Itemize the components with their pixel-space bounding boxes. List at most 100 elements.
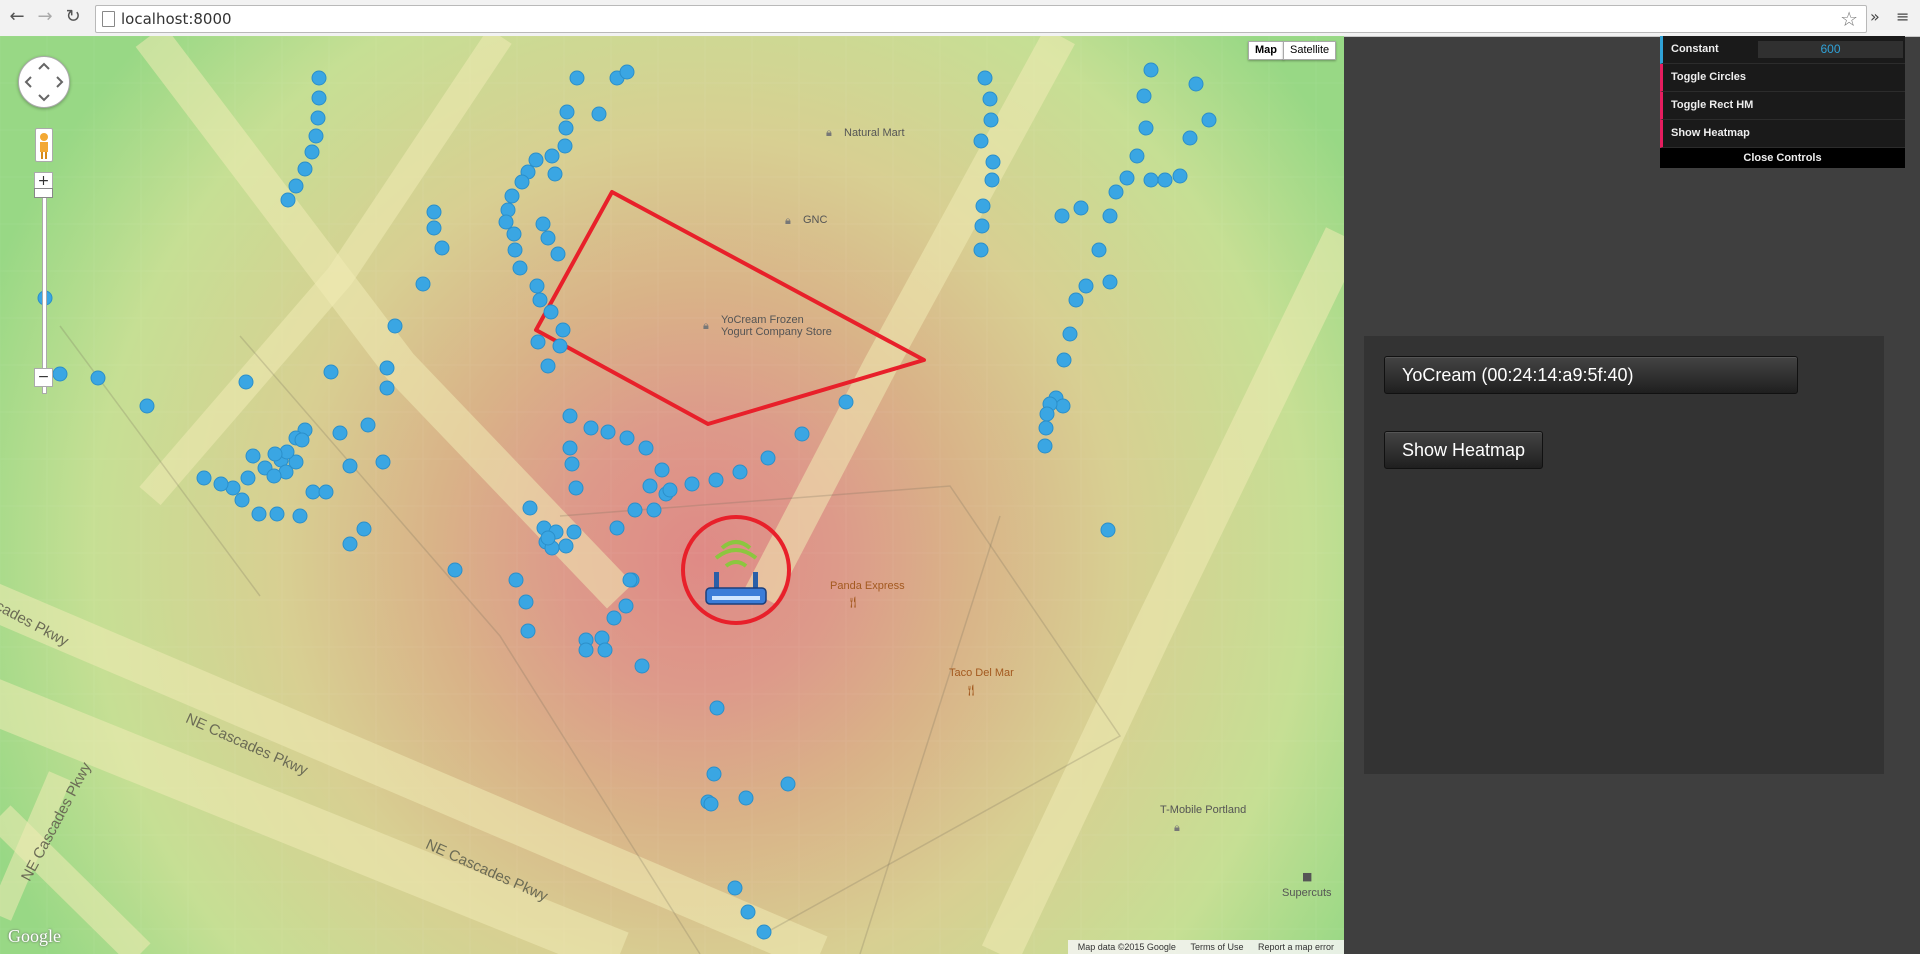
signal-marker[interactable] (1038, 420, 1054, 436)
signal-marker[interactable] (975, 198, 991, 214)
signal-marker[interactable] (360, 417, 376, 433)
signal-marker[interactable] (780, 776, 796, 792)
signal-marker[interactable] (52, 366, 68, 382)
signal-marker[interactable] (311, 70, 327, 86)
signal-marker[interactable] (619, 430, 635, 446)
poi-gnc[interactable]: GNC (803, 214, 827, 226)
zoom-slider-track[interactable] (42, 190, 47, 394)
signal-marker[interactable] (591, 106, 607, 122)
signal-marker[interactable] (266, 468, 282, 484)
signal-marker[interactable] (280, 192, 296, 208)
signal-marker[interactable] (506, 226, 522, 242)
signal-marker[interactable] (1102, 208, 1118, 224)
forward-arrow-icon[interactable]: → (34, 6, 56, 28)
signal-marker[interactable] (251, 506, 267, 522)
signal-marker[interactable] (732, 464, 748, 480)
signal-marker[interactable] (1119, 170, 1135, 186)
menu-icon[interactable]: ≡ (1896, 7, 1909, 26)
signal-marker[interactable] (1172, 168, 1188, 184)
address-bar[interactable]: localhost:8000 ☆ (95, 5, 1867, 33)
signal-marker[interactable] (318, 484, 334, 500)
signal-marker[interactable] (983, 112, 999, 128)
signal-marker[interactable] (973, 242, 989, 258)
map-canvas[interactable]: Map Satellite + − 🔒︎ Natural Mart 🔒︎ GNC… (0, 36, 1344, 954)
bookmark-star-icon[interactable]: ☆ (1840, 7, 1858, 31)
signal-marker[interactable] (1182, 130, 1198, 146)
signal-marker[interactable] (1108, 184, 1124, 200)
show-heatmap-button[interactable]: Show Heatmap (1384, 431, 1544, 469)
signal-marker[interactable] (434, 240, 450, 256)
signal-marker[interactable] (578, 642, 594, 658)
signal-marker[interactable] (555, 322, 571, 338)
signal-marker[interactable] (552, 338, 568, 354)
signal-marker[interactable] (564, 456, 580, 472)
signal-marker[interactable] (738, 790, 754, 806)
signal-marker[interactable] (1068, 292, 1084, 308)
signal-marker[interactable] (1136, 88, 1152, 104)
signal-marker[interactable] (566, 524, 582, 540)
signal-marker[interactable] (375, 454, 391, 470)
signal-marker[interactable] (518, 594, 534, 610)
signal-marker[interactable] (984, 172, 1000, 188)
signal-marker[interactable] (709, 700, 725, 716)
signal-marker[interactable] (426, 220, 442, 236)
zoom-out-button[interactable]: − (34, 368, 53, 387)
signal-marker[interactable] (1055, 398, 1071, 414)
signal-marker[interactable] (356, 521, 372, 537)
signal-marker[interactable] (642, 478, 658, 494)
signal-marker[interactable] (568, 480, 584, 496)
signal-marker[interactable] (684, 476, 700, 492)
poi-supercuts[interactable]: Supercuts (1282, 887, 1332, 899)
signal-marker[interactable] (627, 502, 643, 518)
poi-taco-del-mar[interactable]: Taco Del Mar (949, 667, 1014, 679)
poi-natural-mart[interactable]: Natural Mart (844, 127, 905, 139)
signal-marker[interactable] (426, 204, 442, 220)
signal-marker[interactable] (213, 476, 229, 492)
poi-yocream-line1[interactable]: YoCream Frozen (721, 314, 804, 326)
signal-marker[interactable] (1138, 120, 1154, 136)
signal-marker[interactable] (1054, 208, 1070, 224)
signal-marker[interactable] (498, 214, 514, 230)
signal-marker[interactable] (540, 530, 556, 546)
signal-marker[interactable] (294, 432, 310, 448)
signal-marker[interactable] (708, 472, 724, 488)
signal-marker[interactable] (379, 360, 395, 376)
signal-marker[interactable] (269, 506, 285, 522)
signal-marker[interactable] (973, 133, 989, 149)
back-arrow-icon[interactable]: ← (6, 6, 28, 28)
signal-marker[interactable] (1143, 62, 1159, 78)
zoom-slider-thumb[interactable] (34, 188, 53, 198)
signal-marker[interactable] (1039, 406, 1055, 422)
terms-link[interactable]: Terms of Use (1190, 942, 1243, 952)
signal-marker[interactable] (267, 446, 283, 462)
device-button[interactable]: YoCream (00:24:14:a9:5f:40) (1384, 356, 1798, 394)
signal-marker[interactable] (520, 623, 536, 639)
signal-marker[interactable] (139, 398, 155, 414)
signal-marker[interactable] (1078, 278, 1094, 294)
map-type-satellite-button[interactable]: Satellite (1283, 41, 1337, 60)
signal-marker[interactable] (544, 148, 560, 164)
signal-marker[interactable] (530, 334, 546, 350)
signal-marker[interactable] (342, 458, 358, 474)
signal-marker[interactable] (550, 246, 566, 262)
signal-marker[interactable] (977, 70, 993, 86)
signal-marker[interactable] (528, 152, 544, 168)
signal-marker[interactable] (727, 880, 743, 896)
signal-marker[interactable] (597, 642, 613, 658)
signal-marker[interactable] (415, 276, 431, 292)
signal-marker[interactable] (387, 318, 403, 334)
signal-marker[interactable] (245, 448, 261, 464)
signal-marker[interactable] (1056, 352, 1072, 368)
signal-marker[interactable] (569, 70, 585, 86)
signal-marker[interactable] (756, 924, 772, 940)
signal-marker[interactable] (1091, 242, 1107, 258)
signal-marker[interactable] (1073, 200, 1089, 216)
constant-input[interactable]: 600 (1758, 41, 1903, 58)
signal-marker[interactable] (311, 90, 327, 106)
signal-marker[interactable] (1100, 522, 1116, 538)
signal-marker[interactable] (196, 470, 212, 486)
signal-marker[interactable] (985, 154, 1001, 170)
signal-marker[interactable] (559, 104, 575, 120)
signal-marker[interactable] (447, 562, 463, 578)
signal-marker[interactable] (540, 358, 556, 374)
